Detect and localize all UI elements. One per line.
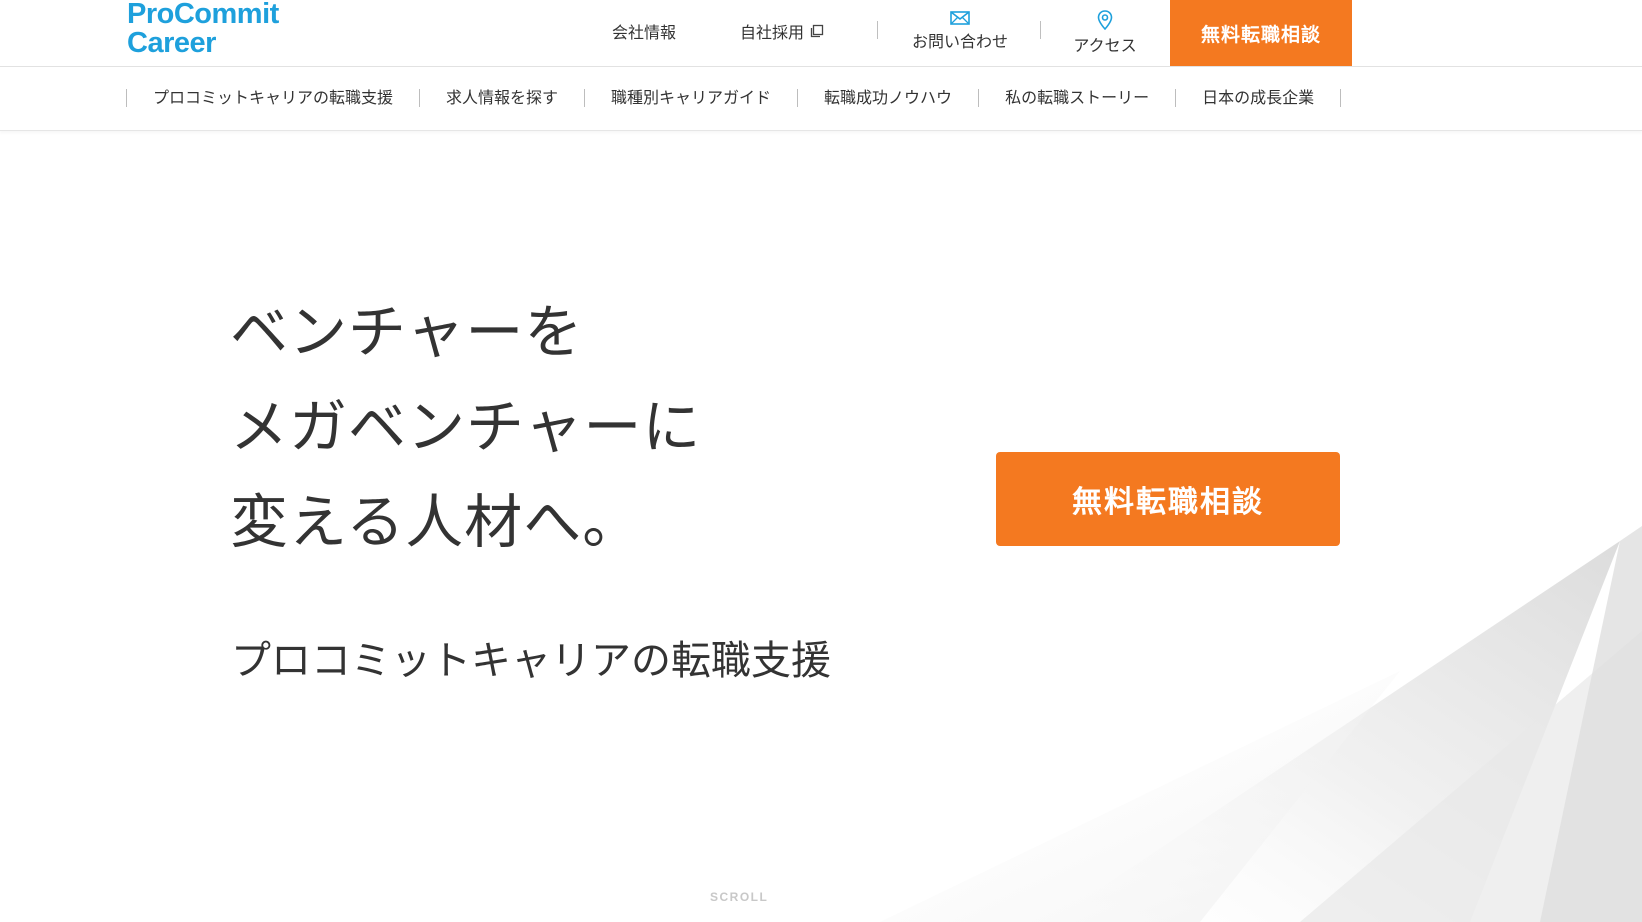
hero-subheading: プロコミットキャリアの転職支援 <box>231 638 831 684</box>
recruit-link[interactable]: 自社採用 <box>740 19 824 43</box>
site-header: ProCommit Career 会社情報 自社採用 お問い合わせ アクセス 無… <box>0 0 1642 67</box>
headline-line-2: メガベンチャーに <box>230 393 702 461</box>
logo-line-2: Career <box>127 27 216 59</box>
nav-item-job-search[interactable]: 求人情報を探す <box>419 89 584 107</box>
nav-item-career-guide[interactable]: 職種別キャリアガイド <box>584 89 797 107</box>
map-pin-icon <box>1097 10 1113 30</box>
nav-item-my-story[interactable]: 私の転職ストーリー <box>978 89 1175 107</box>
free-consultation-header-button[interactable]: 無料転職相談 <box>1170 0 1352 66</box>
access-link-label: アクセス <box>1073 36 1137 55</box>
header-divider <box>1040 21 1041 39</box>
nav-item-growth-companies[interactable]: 日本の成長企業 <box>1175 89 1342 107</box>
mail-icon <box>950 11 970 25</box>
nav-item-career-support[interactable]: プロコミットキャリアの転職支援 <box>126 89 419 107</box>
headline-line-1: ベンチャーを <box>230 298 584 366</box>
contact-link-label: お問い合わせ <box>911 32 1008 51</box>
company-info-link[interactable]: 会社情報 <box>612 19 676 43</box>
header-divider <box>877 21 878 39</box>
external-window-icon <box>810 24 824 38</box>
access-link[interactable]: アクセス <box>1060 10 1150 56</box>
nav-list: プロコミットキャリアの転職支援 求人情報を探す 職種別キャリアガイド 転職成功ノ… <box>126 89 1342 107</box>
free-consultation-hero-button[interactable]: 無料転職相談 <box>996 452 1340 546</box>
hero-headline: ベンチャーを メガベンチャーに 変える人材へ。 <box>230 285 701 570</box>
main-navigation: プロコミットキャリアの転職支援 求人情報を探す 職種別キャリアガイド 転職成功ノ… <box>0 67 1642 131</box>
recruit-link-label: 自社採用 <box>740 23 805 42</box>
contact-link[interactable]: お問い合わせ <box>905 10 1015 52</box>
logo-line-1: ProCommit <box>127 0 279 30</box>
headline-line-3: 変える人材へ。 <box>230 488 642 556</box>
nav-item-success-knowhow[interactable]: 転職成功ノウハウ <box>797 89 978 107</box>
procommit-career-logo[interactable]: ProCommit Career <box>127 0 279 58</box>
scroll-indicator[interactable]: SCROLL <box>710 890 768 904</box>
